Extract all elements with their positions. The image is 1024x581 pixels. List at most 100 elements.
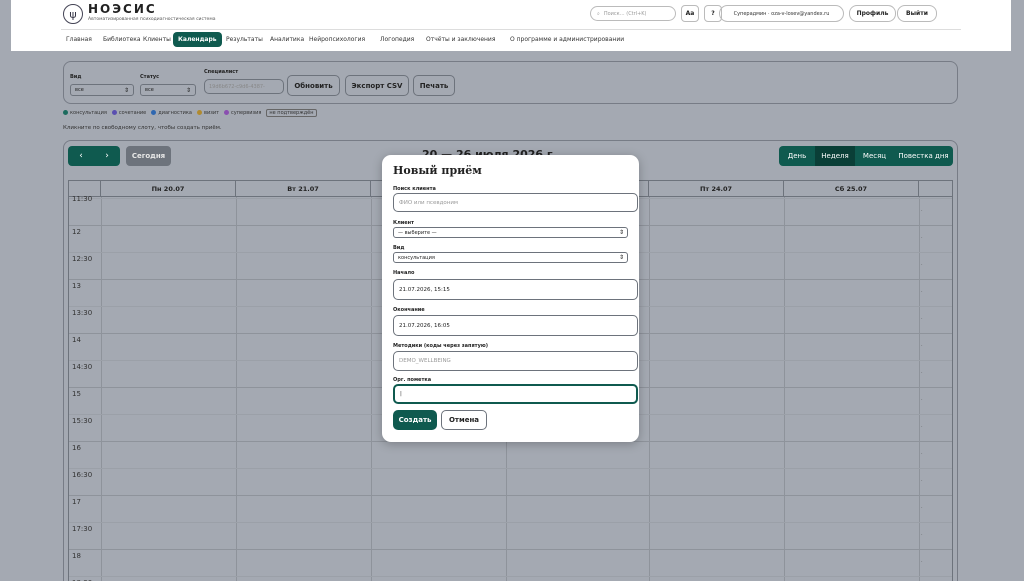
legend-dot-icon	[197, 110, 202, 115]
profile-button[interactable]: Профиль	[849, 5, 896, 22]
methods-input[interactable]: DEMO_WELLBEING	[393, 351, 638, 371]
status-filter-select[interactable]: все ⇕	[140, 84, 196, 96]
nav-item[interactable]: Клиенты	[138, 32, 176, 47]
today-button[interactable]: Сегодня	[126, 146, 171, 166]
legend-item: супервизия	[224, 110, 261, 116]
slot-tick: ·	[921, 478, 923, 484]
time-slot-line	[69, 495, 952, 496]
day-column-header: Пт 24.07	[649, 181, 784, 197]
nav-item[interactable]: Календарь	[173, 32, 222, 47]
event-type-legend: консультация сочетание диагностика визит суп…	[63, 109, 317, 117]
chevron-updown-icon: ⇕	[185, 87, 191, 94]
time-label: 15	[72, 390, 81, 398]
time-label: 14:30	[72, 363, 93, 371]
filter-panel: Вид все ⇕ Статус все ⇕ Специалист 19d6b672…	[63, 61, 958, 104]
global-search-input[interactable]: ⌕ Поиск… (Ctrl+K)	[590, 6, 676, 21]
brand-subtitle: Автоматизированная психодиагностическая …	[88, 17, 216, 22]
chevron-left-icon[interactable]: ‹	[68, 146, 94, 166]
view-tab[interactable]: Неделя	[815, 146, 855, 166]
nav-item[interactable]: Аналитика	[265, 32, 309, 47]
time-slot-line	[69, 549, 952, 550]
time-label: 16:30	[72, 471, 93, 479]
view-tab[interactable]: День	[779, 146, 815, 166]
legend-item: диагностика	[151, 110, 192, 116]
logout-button[interactable]: Выйти	[897, 5, 937, 22]
create-button[interactable]: Создать	[393, 410, 437, 430]
brand-title: НОЭСИС	[88, 2, 157, 16]
time-label: 15:30	[72, 417, 93, 425]
start-label: Начало	[393, 270, 415, 276]
legend-dot-icon	[224, 110, 230, 115]
slot-tick: ·	[921, 532, 923, 538]
time-label: 12	[72, 228, 81, 236]
time-label: 13	[72, 282, 81, 290]
status-filter-label: Статус	[140, 74, 160, 80]
time-label: 12:30	[72, 255, 93, 263]
view-tab[interactable]: Месяц	[855, 146, 894, 166]
time-label: 17:30	[72, 525, 93, 533]
end-label: Окончание	[393, 307, 425, 313]
client-select[interactable]: — выберите — ⇕	[393, 227, 628, 238]
grid-column-line	[919, 197, 920, 581]
slot-tick: ·	[921, 262, 923, 268]
nav-item[interactable]: Главная	[61, 32, 97, 47]
user-badge[interactable]: Суперадмин · oza-v-losev@yandex.ru	[719, 5, 844, 22]
nav-item[interactable]: О программе и администрировании	[505, 32, 629, 47]
cancel-button[interactable]: Отмена	[441, 410, 487, 430]
kind-label: Вид	[393, 245, 405, 251]
chevron-updown-icon: ⇕	[123, 87, 129, 94]
print-button[interactable]: Печать	[413, 75, 455, 96]
legend-item: визит	[197, 110, 219, 116]
main-nav: Главная Библиотека Клиенты Календарь Результ…	[61, 29, 961, 47]
nav-item[interactable]: Нейропсихология	[304, 32, 370, 47]
chevron-updown-icon: ⇕	[618, 254, 624, 261]
legend-item: сочетание	[111, 110, 146, 116]
start-datetime-input[interactable]: 21.07.2026, 15:15	[393, 279, 638, 300]
nav-item[interactable]: Логопедия	[375, 32, 419, 47]
day-column-header: Вт 21.07	[236, 181, 371, 197]
slot-tick: ·	[921, 235, 923, 241]
psi-logo-icon: ψ	[63, 4, 83, 24]
grid-column-line	[236, 197, 237, 581]
slot-tick: ·	[921, 289, 923, 295]
time-slot-line	[69, 576, 952, 577]
client-search-input[interactable]: ФИО или псевдоним	[393, 193, 638, 212]
view-switcher: День Неделя Месяц Повестка дня	[779, 146, 953, 166]
new-appointment-dialog: Новый приём Поиск клиента ФИО или псевдо…	[382, 155, 639, 442]
slot-tick: ·	[921, 343, 923, 349]
font-size-button[interactable]: Aa	[681, 5, 699, 22]
specialist-filter-input[interactable]: 19d6b672-c9d6-4387-	[204, 79, 284, 94]
chevron-updown-icon: ⇕	[618, 229, 624, 236]
slot-tick: ·	[921, 370, 923, 376]
app-header: ψ НОЭСИС Автоматизированная психодиагнос…	[11, 0, 1011, 51]
view-tab[interactable]: Повестка дня	[894, 146, 953, 166]
slot-tick: ·	[921, 397, 923, 403]
export-csv-button[interactable]: Экспорт CSV	[345, 75, 409, 96]
kind-select[interactable]: консультация ⇕	[393, 252, 628, 263]
day-column-header: Пн 20.07	[101, 181, 236, 197]
day-column-header: Сб 25.07	[784, 181, 919, 197]
nav-item[interactable]: Результаты	[221, 32, 268, 47]
org-note-label: Орг. пометка	[393, 377, 432, 383]
time-label: 13:30	[72, 309, 93, 317]
time-label: 17	[72, 498, 81, 506]
legend-dot-icon	[151, 110, 157, 115]
client-label: Клиент	[393, 220, 414, 226]
day-column-header	[919, 181, 952, 197]
org-note-input[interactable]: |	[393, 384, 638, 404]
end-datetime-input[interactable]: 21.07.2026, 16:05	[393, 315, 638, 336]
methods-label: Методики (коды через запятую)	[393, 343, 488, 349]
grid-column-line	[371, 197, 372, 581]
period-navigation: ‹ ›	[68, 146, 120, 166]
slot-tick: ·	[921, 208, 923, 214]
view-filter-select[interactable]: все ⇕	[70, 84, 134, 96]
refresh-button[interactable]: Обновить	[287, 75, 340, 96]
time-label: 11:30	[72, 195, 93, 203]
slot-tick: ·	[921, 451, 923, 457]
nav-item[interactable]: Отчёты и заключения	[421, 32, 500, 47]
slot-tick: ·	[921, 424, 923, 430]
chevron-right-icon[interactable]: ›	[94, 146, 120, 166]
legend-dot-icon	[111, 110, 117, 115]
time-label: 18	[72, 552, 81, 560]
time-label: 14	[72, 336, 81, 344]
